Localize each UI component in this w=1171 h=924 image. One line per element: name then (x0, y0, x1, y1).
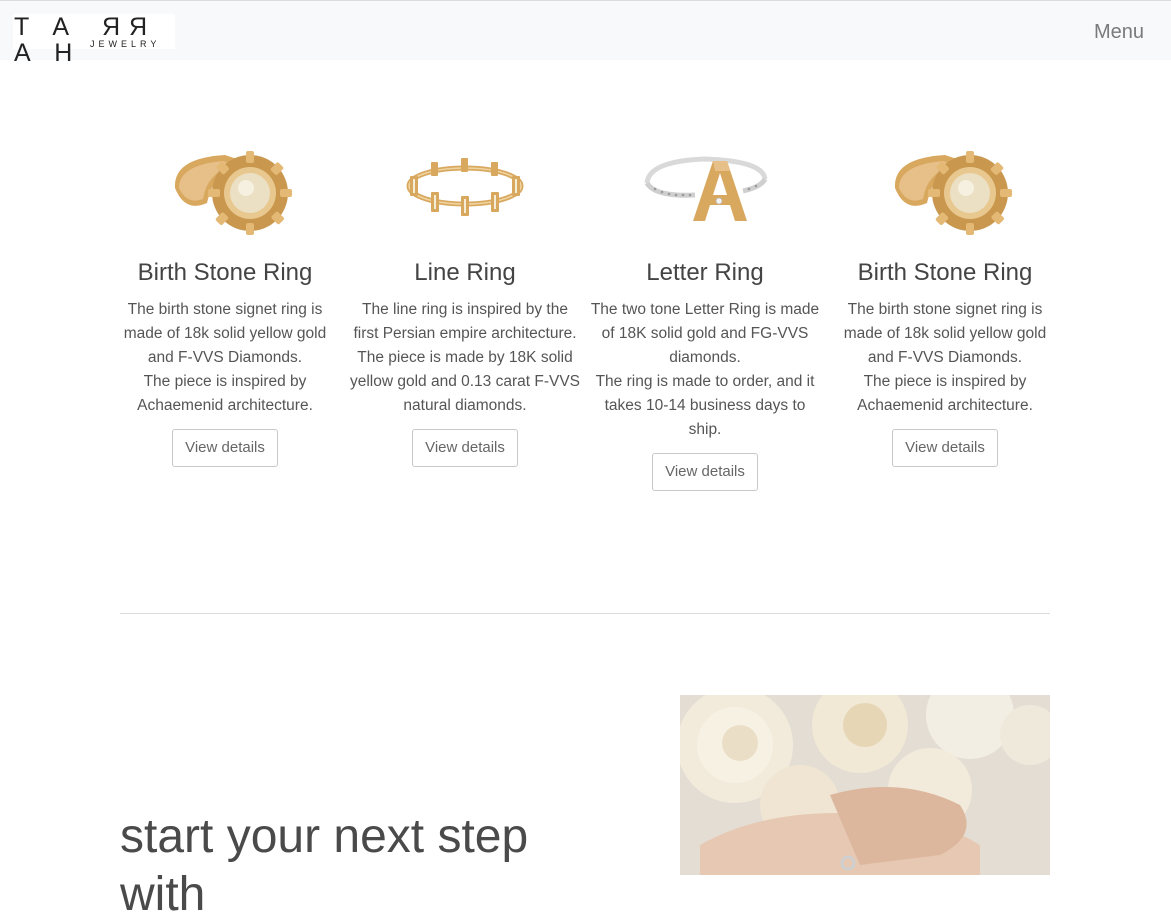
product-description: The two tone Letter Ring is made of 18K … (590, 301, 820, 438)
product-description: The line ring is inspired by the first P… (349, 301, 581, 414)
product-card: Birth Stone Ring The birth stone signet … (105, 130, 345, 467)
product-name: Letter Ring (646, 259, 764, 286)
product-description: The birth stone signet ring is made of 1… (843, 301, 1047, 414)
birth-stone-ring-image[interactable] (825, 130, 1065, 246)
birth-stone-ring-image[interactable] (105, 130, 345, 246)
product-name: Line Ring (414, 259, 516, 286)
section-divider (120, 613, 1050, 614)
line-ring-image[interactable] (345, 130, 585, 246)
product-card: Birth Stone Ring The birth stone signet … (825, 130, 1065, 467)
logo-subtitle: JEWELRY (90, 39, 161, 49)
menu-button[interactable]: Menu (1094, 20, 1144, 44)
view-details-button[interactable]: View details (892, 429, 998, 467)
hero-heading: start your next step with (120, 810, 529, 921)
letter-ring-image[interactable] (585, 130, 825, 246)
product-name: Birth Stone Ring (137, 259, 313, 286)
brand-logo[interactable]: T A RR A H JEWELRY (13, 13, 175, 66)
bouquet-ring-photo (680, 695, 1050, 875)
view-details-button[interactable]: View details (412, 429, 518, 467)
view-details-button[interactable]: View details (172, 429, 278, 467)
product-card: Line Ring The line ring is inspired by t… (345, 130, 585, 467)
product-card: Letter Ring The two tone Letter Ring is … (585, 130, 825, 491)
navbar: T A RR A H JEWELRY Menu (0, 0, 1171, 66)
view-details-button[interactable]: View details (652, 453, 758, 491)
product-name: Birth Stone Ring (857, 259, 1033, 286)
product-description: The birth stone signet ring is made of 1… (123, 301, 327, 414)
